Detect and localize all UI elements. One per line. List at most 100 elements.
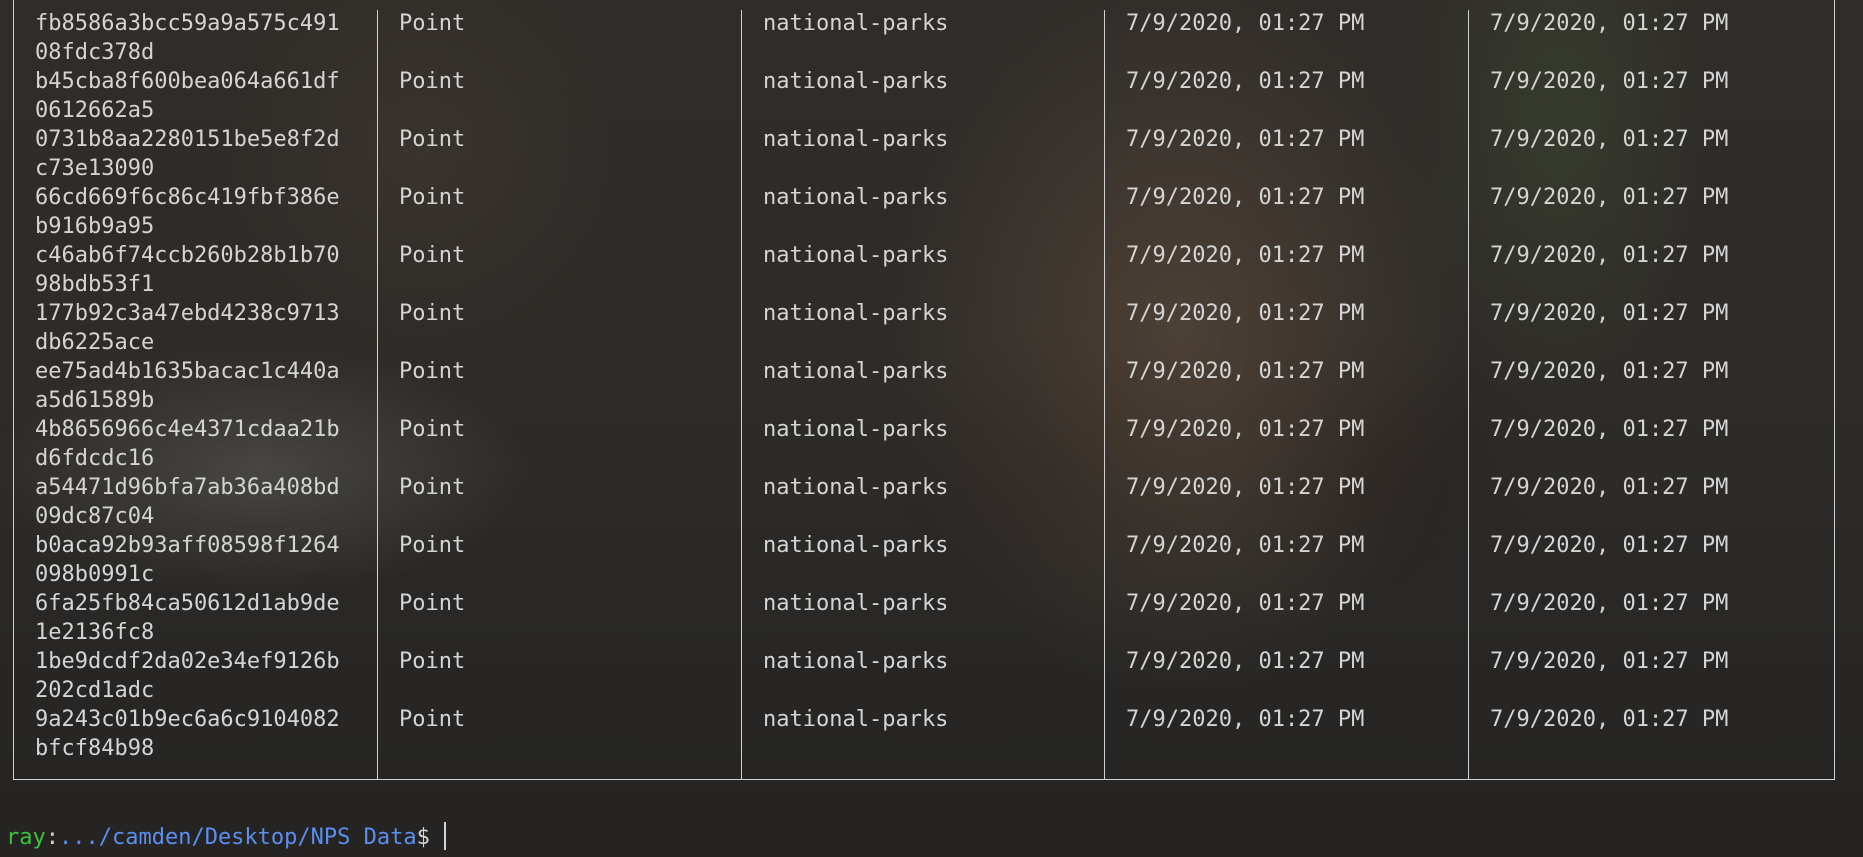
cell-source: national-parks [763, 533, 949, 558]
table-row: fb8586a3bcc59a9a575c491 08fdc378d Point nat… [0, 9, 1863, 67]
cell-type: Point [399, 649, 466, 674]
cell-id-line: 6fa25fb84ca50612d1ab9de [35, 591, 340, 616]
cell-updated: 7/9/2020, 01:27 PM [1490, 649, 1729, 674]
cell-id-line: db6225ace [35, 330, 155, 355]
cell-id-line: 1e2136fc8 [35, 620, 155, 645]
table-body: fb8586a3bcc59a9a575c491 08fdc378d Point nat… [0, 9, 1863, 763]
prompt-separator: : [45, 825, 59, 850]
cell-id: c46ab6f74ccb260b28b1b70 98bdb53f1 [35, 241, 375, 299]
cell-source: national-parks [763, 707, 949, 732]
cell-id-line: a54471d96bfa7ab36a408bd [35, 475, 340, 500]
cell-id: fb8586a3bcc59a9a575c491 08fdc378d [35, 9, 375, 67]
table-row: 66cd669f6c86c419fbf386e b916b9a95 Point nat… [0, 183, 1863, 241]
cell-updated: 7/9/2020, 01:27 PM [1490, 591, 1729, 616]
cell-type: Point [399, 11, 466, 36]
cell-id: 66cd669f6c86c419fbf386e b916b9a95 [35, 183, 375, 241]
cell-id: ee75ad4b1635bacac1c440a a5d61589b [35, 357, 375, 415]
cell-type: Point [399, 591, 466, 616]
cell-id-line: 98bdb53f1 [35, 272, 155, 297]
cell-updated: 7/9/2020, 01:27 PM [1490, 301, 1729, 326]
cell-updated: 7/9/2020, 01:27 PM [1490, 243, 1729, 268]
table-row: ee75ad4b1635bacac1c440a a5d61589b Point nat… [0, 357, 1863, 415]
table-row: 1be9dcdf2da02e34ef9126b 202cd1adc Point nat… [0, 647, 1863, 705]
cell-created: 7/9/2020, 01:27 PM [1126, 359, 1365, 384]
table-row: 177b92c3a47ebd4238c9713 db6225ace Point nat… [0, 299, 1863, 357]
cell-source: national-parks [763, 69, 949, 94]
cell-created: 7/9/2020, 01:27 PM [1126, 533, 1365, 558]
cell-id: 0731b8aa2280151be5e8f2d c73e13090 [35, 125, 375, 183]
cell-updated: 7/9/2020, 01:27 PM [1490, 533, 1729, 558]
cell-created: 7/9/2020, 01:27 PM [1126, 127, 1365, 152]
cell-id-line: 098b0991c [35, 562, 155, 587]
cell-type: Point [399, 475, 466, 500]
cell-updated: 7/9/2020, 01:27 PM [1490, 11, 1729, 36]
cell-type: Point [399, 707, 466, 732]
cell-source: national-parks [763, 475, 949, 500]
cell-type: Point [399, 533, 466, 558]
shell-prompt[interactable]: ray:.../camden/Desktop/NPS Data$ [6, 822, 446, 853]
cell-id-line: 202cd1adc [35, 678, 155, 703]
text-cursor [443, 822, 446, 850]
cell-id-line: b0aca92b93aff08598f1264 [35, 533, 340, 558]
cell-id-line: b916b9a95 [35, 214, 155, 239]
cell-id-line: 66cd669f6c86c419fbf386e [35, 185, 340, 210]
cell-source: national-parks [763, 591, 949, 616]
cell-created: 7/9/2020, 01:27 PM [1126, 69, 1365, 94]
cell-created: 7/9/2020, 01:27 PM [1126, 649, 1365, 674]
cell-id: 177b92c3a47ebd4238c9713 db6225ace [35, 299, 375, 357]
cell-type: Point [399, 417, 466, 442]
cell-id-line: 1be9dcdf2da02e34ef9126b [35, 649, 340, 674]
cell-created: 7/9/2020, 01:27 PM [1126, 591, 1365, 616]
cell-id-line: a5d61589b [35, 388, 155, 413]
cell-id-line: 0612662a5 [35, 98, 155, 123]
cell-created: 7/9/2020, 01:27 PM [1126, 185, 1365, 210]
cell-id-line: 4b8656966c4e4371cdaa21b [35, 417, 340, 442]
cell-type: Point [399, 69, 466, 94]
cell-id-line: 0731b8aa2280151be5e8f2d [35, 127, 340, 152]
cell-source: national-parks [763, 301, 949, 326]
cell-id-line: d6fdcdc16 [35, 446, 155, 471]
cell-created: 7/9/2020, 01:27 PM [1126, 417, 1365, 442]
cell-id-line: 177b92c3a47ebd4238c9713 [35, 301, 340, 326]
cell-source: national-parks [763, 649, 949, 674]
cell-updated: 7/9/2020, 01:27 PM [1490, 185, 1729, 210]
cell-updated: 7/9/2020, 01:27 PM [1490, 707, 1729, 732]
cell-id-line: fb8586a3bcc59a9a575c491 [35, 11, 340, 36]
cell-source: national-parks [763, 185, 949, 210]
cell-type: Point [399, 301, 466, 326]
cell-id-line: b45cba8f600bea064a661df [35, 69, 340, 94]
table-row: 0731b8aa2280151be5e8f2d c73e13090 Point nat… [0, 125, 1863, 183]
cell-id: b0aca92b93aff08598f1264 098b0991c [35, 531, 375, 589]
table-row: 4b8656966c4e4371cdaa21b d6fdcdc16 Point nat… [0, 415, 1863, 473]
cell-updated: 7/9/2020, 01:27 PM [1490, 359, 1729, 384]
table-row: b45cba8f600bea064a661df 0612662a5 Point nat… [0, 67, 1863, 125]
cell-created: 7/9/2020, 01:27 PM [1126, 301, 1365, 326]
table-row: a54471d96bfa7ab36a408bd 09dc87c04 Point nat… [0, 473, 1863, 531]
cell-source: national-parks [763, 417, 949, 442]
cell-id: 6fa25fb84ca50612d1ab9de 1e2136fc8 [35, 589, 375, 647]
cell-type: Point [399, 185, 466, 210]
table-row: c46ab6f74ccb260b28b1b70 98bdb53f1 Point nat… [0, 241, 1863, 299]
table-row: 9a243c01b9ec6a6c9104082 bfcf84b98 Point nat… [0, 705, 1863, 763]
prompt-symbol: $ [416, 825, 430, 850]
cell-updated: 7/9/2020, 01:27 PM [1490, 417, 1729, 442]
cell-created: 7/9/2020, 01:27 PM [1126, 11, 1365, 36]
cell-id-line: c46ab6f74ccb260b28b1b70 [35, 243, 340, 268]
cell-updated: 7/9/2020, 01:27 PM [1490, 69, 1729, 94]
cell-id-line: 9a243c01b9ec6a6c9104082 [35, 707, 340, 732]
cell-source: national-parks [763, 11, 949, 36]
table-row: b0aca92b93aff08598f1264 098b0991c Point nat… [0, 531, 1863, 589]
cell-id-line: 08fdc378d [35, 40, 155, 65]
prompt-user: ray [6, 825, 46, 850]
prompt-path: .../camden/Desktop/NPS Data [59, 825, 417, 850]
table-row: 6fa25fb84ca50612d1ab9de 1e2136fc8 Point nat… [0, 589, 1863, 647]
cell-id-line: c73e13090 [35, 156, 155, 181]
cell-source: national-parks [763, 243, 949, 268]
cell-created: 7/9/2020, 01:27 PM [1126, 707, 1365, 732]
cell-type: Point [399, 243, 466, 268]
cell-created: 7/9/2020, 01:27 PM [1126, 475, 1365, 500]
cell-id: b45cba8f600bea064a661df 0612662a5 [35, 67, 375, 125]
cell-id: 9a243c01b9ec6a6c9104082 bfcf84b98 [35, 705, 375, 763]
cell-created: 7/9/2020, 01:27 PM [1126, 243, 1365, 268]
cell-source: national-parks [763, 359, 949, 384]
